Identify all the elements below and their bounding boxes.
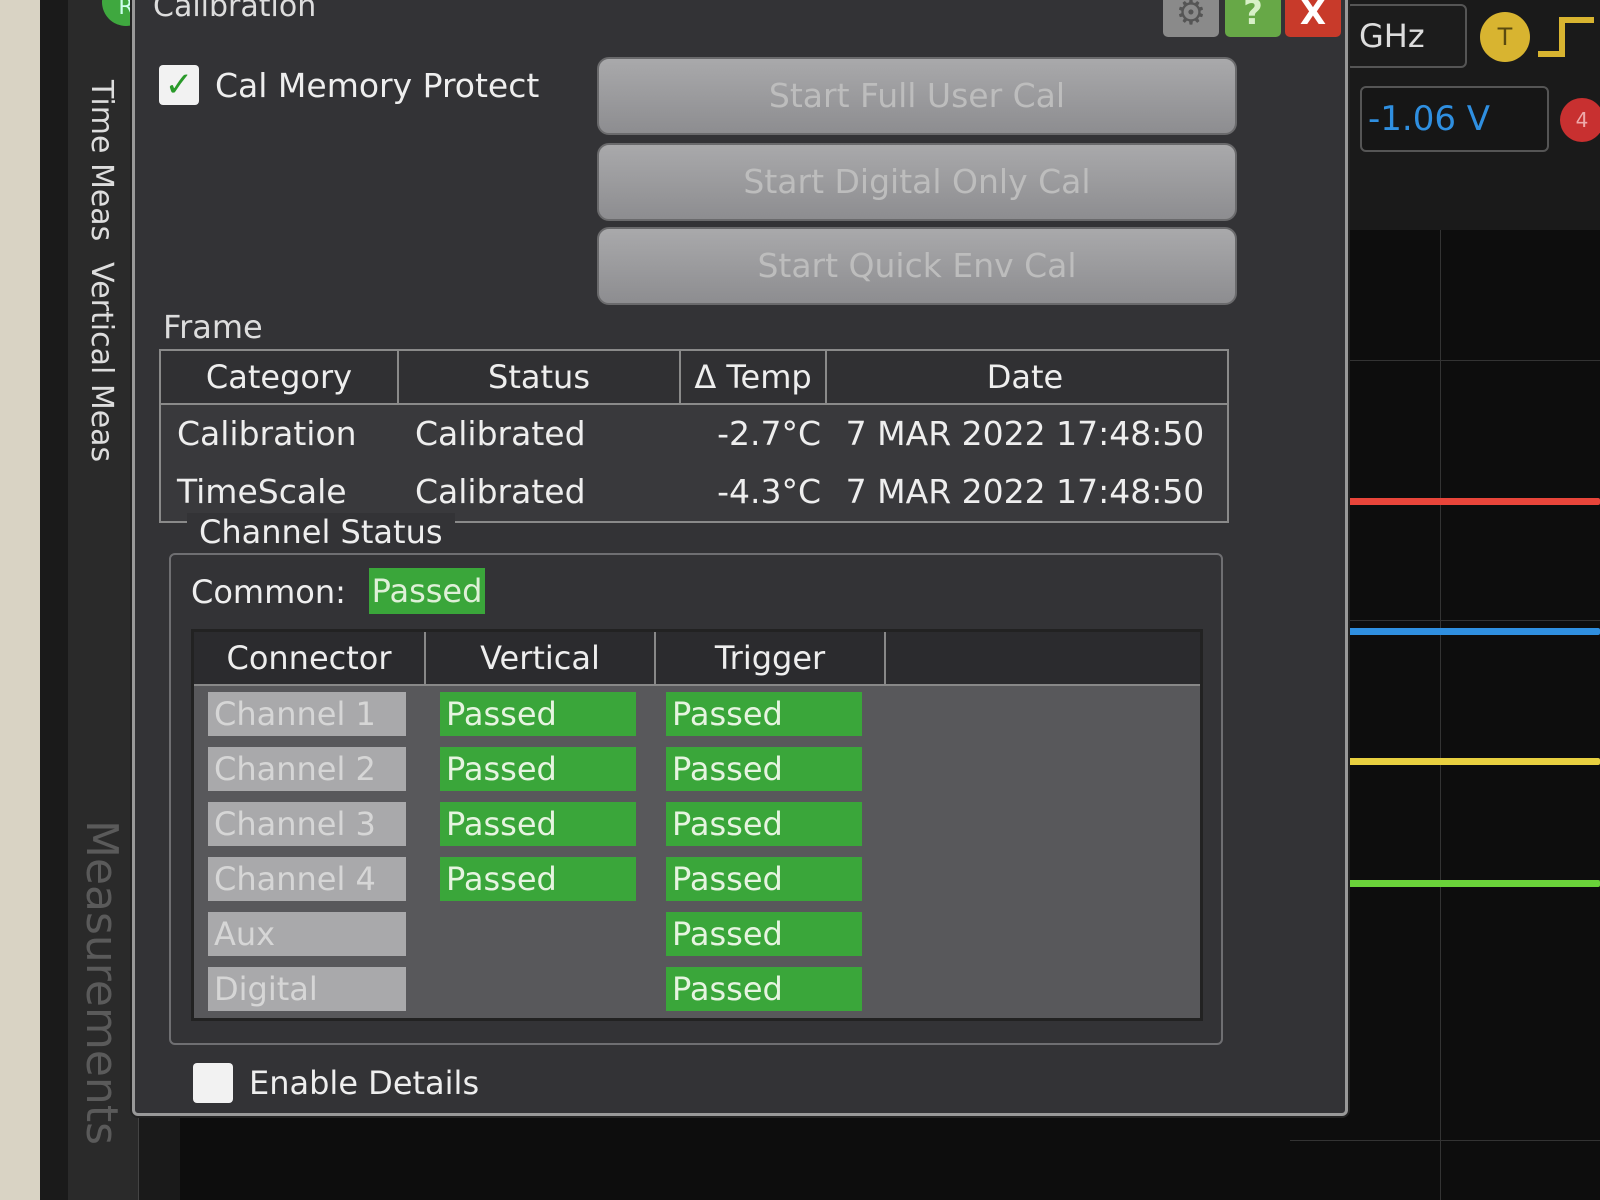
channel-status-table: Connector Vertical Trigger Channel 1 Pas… bbox=[191, 629, 1203, 1021]
header-trigger: Trigger bbox=[656, 632, 886, 684]
grid-line bbox=[1290, 1140, 1600, 1141]
vertical-status-badge: Passed bbox=[440, 747, 636, 791]
status-table-header: Connector Vertical Trigger bbox=[194, 632, 1200, 686]
start-full-user-cal-button[interactable]: Start Full User Cal bbox=[597, 57, 1237, 135]
connector-digital: Digital bbox=[208, 967, 406, 1011]
trigger-status-badge: Passed bbox=[666, 692, 862, 736]
cell-date: 7 MAR 2022 17:48:50 bbox=[845, 414, 1205, 453]
connector-channel-4: Channel 4 bbox=[208, 857, 406, 901]
connector-channel-3: Channel 3 bbox=[208, 802, 406, 846]
enable-details-label: Enable Details bbox=[249, 1064, 480, 1102]
header-date: Date bbox=[986, 358, 1064, 396]
tab-time-meas[interactable]: Time Meas bbox=[84, 80, 119, 241]
table-row: Digital Passed bbox=[194, 961, 1200, 1016]
calibration-dialog: Calibration ⚙ ? X ✓ Cal Memory Protect S… bbox=[132, 0, 1348, 1116]
help-button[interactable]: ? bbox=[1225, 0, 1281, 37]
table-row: Aux Passed bbox=[194, 906, 1200, 961]
side-tab-bar: R Time Meas Vertical Meas Measurements bbox=[68, 0, 150, 1200]
frame-table-header: Category Status Δ Temp Date bbox=[161, 351, 1227, 405]
cell-date: 7 MAR 2022 17:48:50 bbox=[845, 472, 1205, 511]
vertical-status-badge: Passed bbox=[440, 802, 636, 846]
start-digital-only-cal-button[interactable]: Start Digital Only Cal bbox=[597, 143, 1237, 221]
bandwidth-readout[interactable]: GHz bbox=[1345, 4, 1467, 68]
header-category: Category bbox=[161, 351, 399, 403]
close-button[interactable]: X bbox=[1285, 0, 1341, 37]
waveform-display-bottom bbox=[180, 1115, 1290, 1200]
start-quick-env-cal-button[interactable]: Start Quick Env Cal bbox=[597, 227, 1237, 305]
common-label: Common: bbox=[191, 573, 346, 611]
cal-memory-protect-checkbox[interactable]: ✓ Cal Memory Protect bbox=[159, 65, 539, 105]
frame-table: Category Status Δ Temp Date Calibration … bbox=[159, 349, 1229, 523]
cell-status: Calibrated bbox=[415, 414, 586, 453]
table-row: Channel 4 Passed Passed bbox=[194, 851, 1200, 906]
cell-category: Calibration bbox=[177, 414, 357, 453]
trigger-status-badge: Passed bbox=[666, 912, 862, 956]
table-row: Channel 2 Passed Passed bbox=[194, 741, 1200, 796]
common-status-badge: Passed bbox=[369, 568, 485, 614]
connector-channel-1: Channel 1 bbox=[208, 692, 406, 736]
checkbox-unchecked-icon[interactable] bbox=[193, 1063, 233, 1103]
cell-delta-temp: -4.3°C bbox=[717, 472, 821, 511]
header-connector: Connector bbox=[194, 632, 426, 684]
oscilloscope-screen: R Time Meas Vertical Meas Measurements G… bbox=[40, 0, 1600, 1200]
tab-measurements[interactable]: Measurements bbox=[76, 820, 127, 1145]
rising-edge-icon bbox=[1538, 17, 1594, 57]
trigger-status-badge: Passed bbox=[666, 967, 862, 1011]
frame-label: Frame bbox=[163, 308, 263, 346]
trigger-status-badge: Passed bbox=[666, 747, 862, 791]
table-row: Calibration Calibrated -2.7°C 7 MAR 2022… bbox=[161, 405, 1227, 463]
header-delta-temp: Δ Temp bbox=[681, 351, 827, 403]
channel-status-title: Channel Status bbox=[187, 513, 455, 551]
cal-memory-protect-label: Cal Memory Protect bbox=[215, 65, 540, 105]
header-empty bbox=[886, 632, 1200, 684]
enable-details-checkbox[interactable]: Enable Details bbox=[193, 1063, 479, 1103]
table-row: Channel 3 Passed Passed bbox=[194, 796, 1200, 851]
trigger-level-readout[interactable]: -1.06 V bbox=[1360, 86, 1549, 152]
header-vertical: Vertical bbox=[426, 632, 656, 684]
table-row: Channel 1 Passed Passed bbox=[194, 686, 1200, 741]
trigger-status-badge: Passed bbox=[666, 802, 862, 846]
gear-icon: ⚙ bbox=[1175, 0, 1207, 33]
vertical-status-badge: Passed bbox=[440, 692, 636, 736]
trigger-badge[interactable]: T bbox=[1480, 12, 1530, 62]
cell-delta-temp: -2.7°C bbox=[717, 414, 821, 453]
header-status: Status bbox=[399, 351, 681, 403]
dialog-title: Calibration bbox=[153, 0, 317, 24]
connector-channel-2: Channel 2 bbox=[208, 747, 406, 791]
trigger-status-badge: Passed bbox=[666, 857, 862, 901]
checkbox-checked-icon[interactable]: ✓ bbox=[159, 65, 199, 105]
vertical-status-badge: Passed bbox=[440, 857, 636, 901]
connector-aux: Aux bbox=[208, 912, 406, 956]
channel-4-badge[interactable]: 4 bbox=[1560, 98, 1600, 142]
grid-line bbox=[1440, 230, 1441, 1200]
tab-vertical-meas[interactable]: Vertical Meas bbox=[84, 262, 119, 462]
settings-button[interactable]: ⚙ bbox=[1163, 0, 1219, 37]
